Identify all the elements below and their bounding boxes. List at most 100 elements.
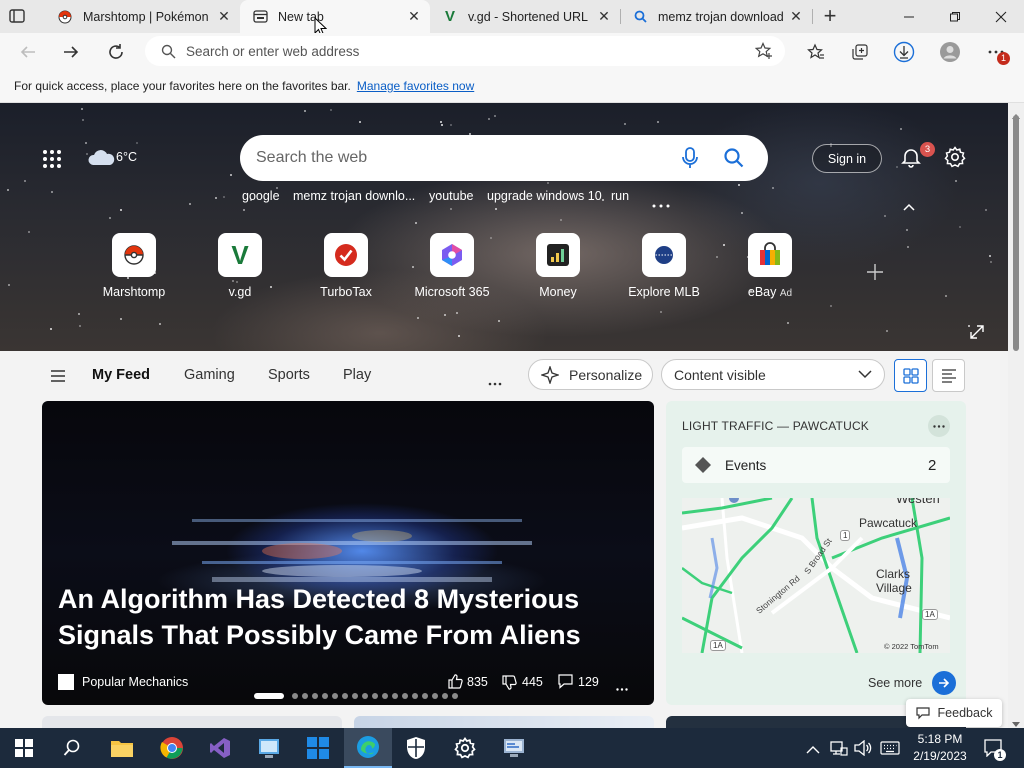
carousel-dot[interactable] xyxy=(432,693,438,699)
carousel-dot[interactable] xyxy=(292,693,298,699)
downloads-button[interactable] xyxy=(888,36,920,68)
restore-button[interactable] xyxy=(932,0,978,33)
web-search-box[interactable]: Search the web xyxy=(240,135,768,181)
tab-marshtomp[interactable]: Marshtomp | Pokémon ✕ xyxy=(45,0,240,33)
keyboard-icon[interactable] xyxy=(880,741,900,760)
article-headline[interactable]: An Algorithm Has Detected 8 Mysterious S… xyxy=(58,581,618,653)
taskbar-start-menu-app[interactable] xyxy=(294,728,342,768)
quick-link-memz[interactable]: memz trojan downlo... xyxy=(293,189,415,203)
carousel-dot[interactable] xyxy=(352,693,358,699)
taskbar-file-explorer[interactable] xyxy=(98,728,146,768)
back-button[interactable] xyxy=(12,36,44,68)
carousel-dot[interactable] xyxy=(322,693,328,699)
profile-avatar[interactable] xyxy=(934,36,966,68)
network-icon[interactable] xyxy=(830,740,848,761)
add-favorite-icon[interactable] xyxy=(754,42,773,65)
carousel-dot[interactable] xyxy=(392,693,398,699)
carousel-dot-active[interactable] xyxy=(254,693,284,699)
carousel-dot[interactable] xyxy=(342,693,348,699)
more-feed-tabs-icon[interactable] xyxy=(488,373,502,391)
scrollbar-thumb[interactable] xyxy=(1013,115,1019,351)
carousel-dot[interactable] xyxy=(442,693,448,699)
carousel-dot[interactable] xyxy=(302,693,308,699)
tile-marshtomp[interactable]: Marshtomp xyxy=(86,233,182,299)
taskbar-visual-studio[interactable] xyxy=(196,728,244,768)
weather-cloud-icon[interactable] xyxy=(88,143,116,174)
minimize-button[interactable] xyxy=(886,0,932,33)
tile-vgd[interactable]: V v.gd xyxy=(192,233,288,299)
tab-memz[interactable]: memz trojan download ✕ xyxy=(620,0,812,33)
traffic-card[interactable]: LIGHT TRAFFIC — PAWCATUCK Events 2 Pawca… xyxy=(666,401,966,705)
taskbar-control-panel[interactable] xyxy=(245,728,293,768)
close-tab-icon[interactable]: ✕ xyxy=(404,8,424,25)
manage-favorites-link[interactable]: Manage favorites now xyxy=(357,79,474,93)
quick-link-youtube[interactable]: youtube xyxy=(429,189,473,203)
carousel-dot[interactable] xyxy=(412,693,418,699)
forward-button[interactable] xyxy=(55,36,87,68)
feed-tab-play[interactable]: Play xyxy=(343,367,371,383)
traffic-map[interactable]: Pawcatuck Clarks Village Westerl Stoning… xyxy=(682,498,950,653)
favorites-button[interactable] xyxy=(800,36,832,68)
tile-turbotax[interactable]: TurboTax xyxy=(298,233,394,299)
dislike-icon[interactable] xyxy=(502,675,517,693)
taskbar-search-button[interactable] xyxy=(48,728,96,768)
feedback-button[interactable]: Feedback xyxy=(906,699,1002,727)
expand-background-icon[interactable] xyxy=(970,325,984,344)
quick-link-upgrade[interactable]: upgrade windows 10 xyxy=(487,189,602,203)
taskbar-security[interactable] xyxy=(392,728,440,768)
like-icon[interactable] xyxy=(448,674,463,692)
taskbar-edge[interactable] xyxy=(344,728,392,768)
tile-mlb[interactable]: Explore MLB xyxy=(616,233,712,299)
apps-launcher-icon[interactable] xyxy=(42,149,62,174)
more-quick-links-icon[interactable] xyxy=(652,195,670,213)
volume-icon[interactable] xyxy=(854,739,872,761)
list-layout-button[interactable] xyxy=(932,359,965,392)
tab-actions-icon[interactable] xyxy=(8,7,28,27)
start-button[interactable] xyxy=(0,728,48,768)
close-tab-icon[interactable]: ✕ xyxy=(594,8,614,25)
page-scrollbar[interactable] xyxy=(1008,103,1024,728)
notifications-bell-icon[interactable] xyxy=(900,146,922,173)
tile-money[interactable]: Money xyxy=(510,233,606,299)
quick-link-google[interactable]: google xyxy=(242,189,280,203)
article-more-icon[interactable] xyxy=(616,680,628,694)
feed-tab-my-feed[interactable]: My Feed xyxy=(92,367,150,383)
feed-tab-gaming[interactable]: Gaming xyxy=(184,367,235,383)
carousel-dot[interactable] xyxy=(362,693,368,699)
weather-temp[interactable]: 6°C xyxy=(116,150,137,164)
personalize-button[interactable]: Personalize xyxy=(528,359,653,390)
featured-article-card[interactable]: An Algorithm Has Detected 8 Mysterious S… xyxy=(42,401,654,705)
taskbar-chrome[interactable] xyxy=(148,728,196,768)
close-tab-icon[interactable]: ✕ xyxy=(214,8,234,25)
see-more-link[interactable]: See more xyxy=(868,671,957,695)
tab-vgd[interactable]: V v.gd - Shortened URL ✕ xyxy=(430,0,620,33)
page-settings-gear-icon[interactable] xyxy=(944,146,966,173)
new-tab-button[interactable]: + xyxy=(818,3,842,29)
tile-ebay[interactable]: eBay Ad xyxy=(722,233,818,299)
grid-layout-button[interactable] xyxy=(894,359,927,392)
events-row[interactable]: Events 2 xyxy=(682,447,950,483)
taskbar-settings[interactable] xyxy=(441,728,489,768)
hamburger-menu-icon[interactable] xyxy=(50,369,66,387)
carousel-dot[interactable] xyxy=(422,693,428,699)
article-source[interactable]: Popular Mechanics xyxy=(82,675,188,689)
tile-microsoft365[interactable]: Microsoft 365 xyxy=(404,233,500,299)
feed-card-preview[interactable] xyxy=(42,716,342,728)
carousel-dot[interactable] xyxy=(452,693,458,699)
collapse-chevron-icon[interactable] xyxy=(903,198,915,216)
carousel-dot[interactable] xyxy=(372,693,378,699)
carousel-dot[interactable] xyxy=(382,693,388,699)
address-bar[interactable]: Search or enter web address xyxy=(145,36,785,66)
quick-link-run[interactable]: run xyxy=(611,189,629,203)
carousel-dot[interactable] xyxy=(402,693,408,699)
carousel-dot[interactable] xyxy=(332,693,338,699)
system-clock[interactable]: 5:18 PM 2/19/2023 xyxy=(906,731,974,765)
refresh-button[interactable] xyxy=(100,36,132,68)
show-hidden-icons-chevron[interactable] xyxy=(806,742,820,760)
microphone-icon[interactable] xyxy=(682,147,698,169)
tab-new-tab[interactable]: New tab ✕ xyxy=(240,0,430,33)
feed-card-preview[interactable] xyxy=(354,716,654,728)
content-visibility-dropdown[interactable]: Content visible xyxy=(661,359,885,390)
close-window-button[interactable] xyxy=(978,0,1024,33)
search-icon[interactable] xyxy=(724,148,744,168)
